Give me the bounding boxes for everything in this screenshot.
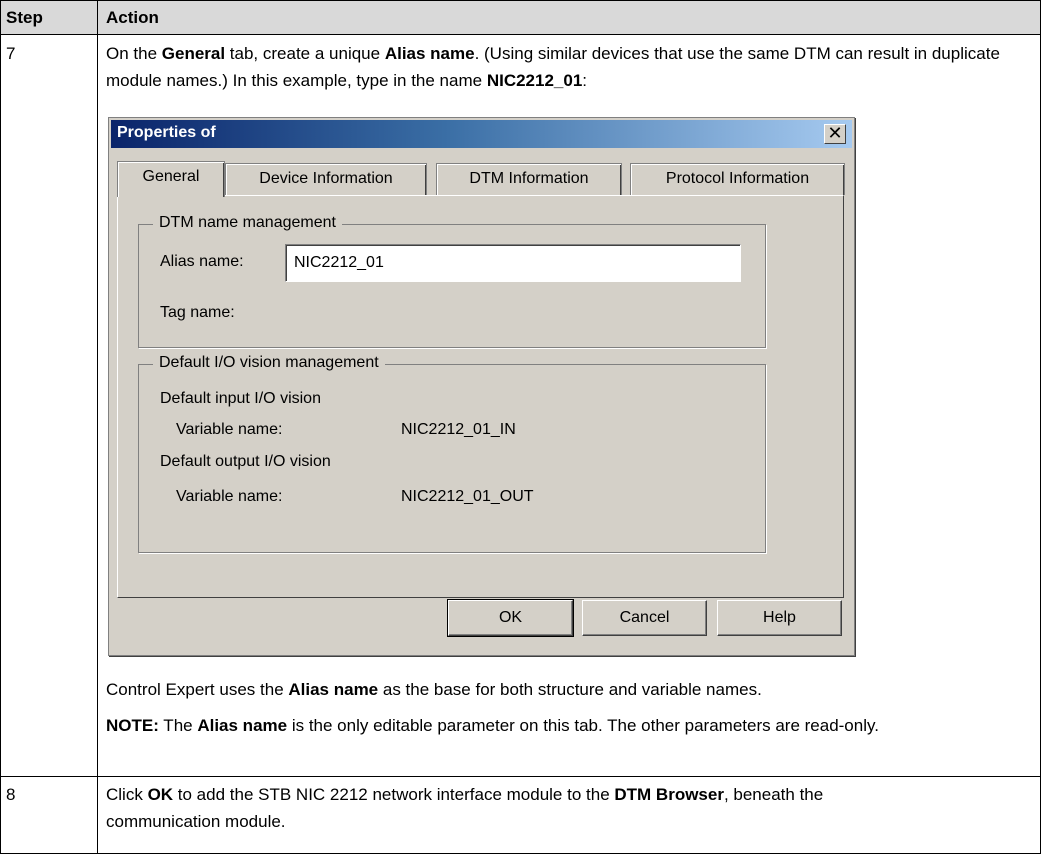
properties-dialog: Properties of ✕ General Device Informati… — [108, 117, 855, 656]
dialog-title: Properties of — [117, 124, 216, 141]
tab-device-information[interactable]: Device Information — [225, 163, 427, 195]
close-icon[interactable]: ✕ — [824, 124, 846, 144]
output-variable-value: NIC2212_01_OUT — [401, 488, 534, 505]
row7-intro-text: On the General tab, create a unique Alia… — [106, 44, 1000, 90]
row7-note-alias: Control Expert uses the Alias name as th… — [106, 680, 762, 699]
tab-dtm-information[interactable]: DTM Information — [436, 163, 622, 195]
dtm-name-legend: DTM name management — [153, 214, 342, 232]
alias-name-label: Alias name: — [160, 253, 244, 270]
ok-button[interactable]: OK — [447, 599, 574, 637]
row7-step-cell — [0, 34, 98, 777]
header-action-cell — [97, 0, 1041, 35]
row8-action-text: Click OK to add the STB NIC 2212 network… — [106, 785, 824, 831]
input-variable-label: Variable name: — [176, 421, 283, 438]
tab-protocol-information[interactable]: Protocol Information — [630, 163, 845, 195]
tab-general[interactable]: General — [117, 161, 225, 197]
header-step: Step — [6, 8, 43, 27]
tag-name-label: Tag name: — [160, 304, 235, 321]
alias-name-input[interactable] — [285, 244, 741, 282]
row7-note-editable: NOTE: The Alias name is the only editabl… — [106, 716, 879, 735]
output-variable-label: Variable name: — [176, 488, 283, 505]
general-tab-panel: DTM name management Alias name: Tag name… — [117, 195, 844, 598]
procedure-table: Step Action 7 On the General tab, create… — [0, 0, 1041, 854]
default-input-heading: Default input I/O vision — [160, 390, 321, 407]
header-action: Action — [106, 8, 159, 27]
io-vision-group: Default I/O vision management Default in… — [138, 354, 766, 553]
default-output-heading: Default output I/O vision — [160, 453, 331, 470]
row7-step-number: 7 — [6, 44, 16, 63]
help-button[interactable]: Help — [717, 600, 842, 636]
io-vision-legend: Default I/O vision management — [153, 354, 385, 372]
dtm-name-group: DTM name management Alias name: Tag name… — [138, 214, 766, 348]
cancel-button[interactable]: Cancel — [582, 600, 707, 636]
input-variable-value: NIC2212_01_IN — [401, 421, 516, 438]
dialog-titlebar[interactable]: Properties of ✕ — [111, 120, 852, 148]
row8-step-number: 8 — [6, 785, 16, 804]
